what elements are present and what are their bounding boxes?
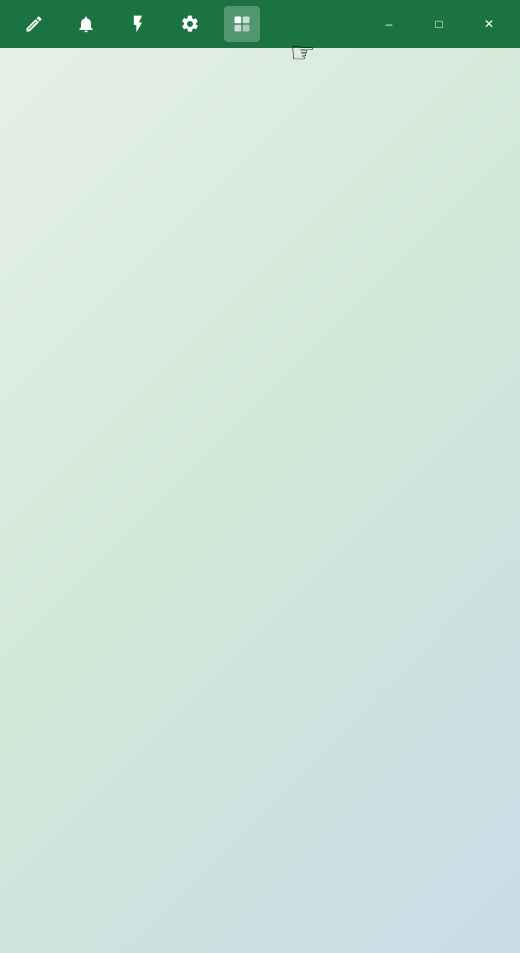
bell-icon[interactable] <box>68 6 104 42</box>
lightning-icon[interactable] <box>120 6 156 42</box>
minimize-button[interactable]: – <box>366 8 412 40</box>
copilot-nav-icon[interactable] <box>224 6 260 42</box>
compose-icon[interactable] <box>16 6 52 42</box>
toolbar-right: – □ ✕ <box>366 8 512 40</box>
close-button[interactable]: ✕ <box>466 8 512 40</box>
gear-icon[interactable] <box>172 6 208 42</box>
maximize-button[interactable]: □ <box>416 8 462 40</box>
toolbar: – □ ✕ <box>0 0 520 48</box>
toolbar-left <box>8 6 260 42</box>
